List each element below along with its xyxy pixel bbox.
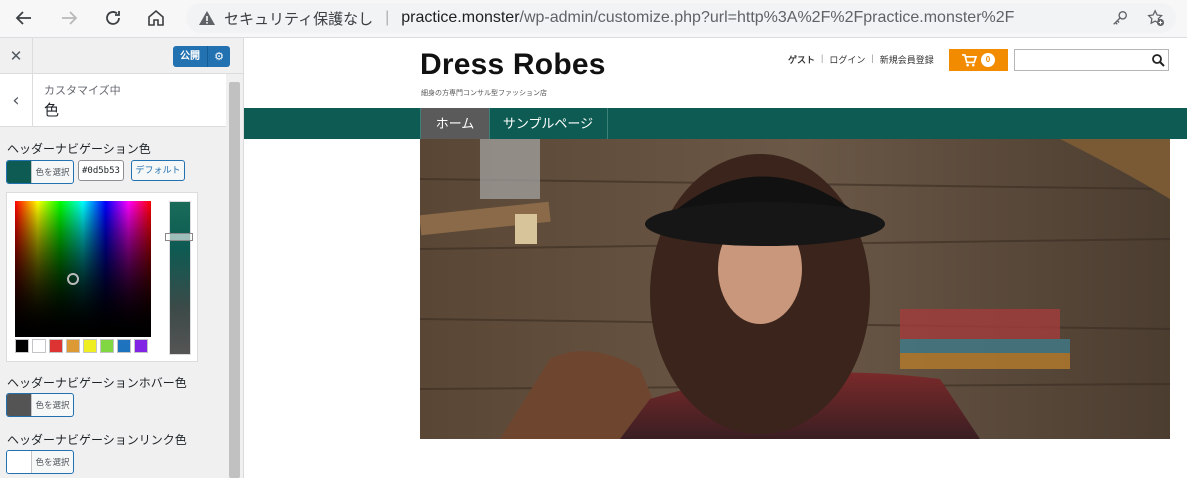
cart-icon bbox=[962, 53, 977, 66]
cart-button[interactable]: 0 bbox=[949, 49, 1008, 71]
search-icon[interactable] bbox=[1151, 53, 1165, 67]
guest-label: ゲスト bbox=[788, 55, 816, 65]
gear-icon: ⚙ bbox=[214, 50, 224, 63]
close-customizer-button[interactable]: ✕ bbox=[0, 38, 33, 73]
nav-item-home[interactable]: ホーム bbox=[420, 108, 490, 139]
address-actions bbox=[1110, 8, 1166, 28]
add-favorite-icon[interactable] bbox=[1146, 8, 1166, 28]
url-path: /wp-admin/customize.php?url=http%3A%2F%2… bbox=[519, 9, 1015, 26]
header-links: ゲスト | ログイン | 新規会員登録 bbox=[788, 53, 934, 66]
site-preview: Dress Robes 細身の方専門コンサル型ファッション店 ゲスト | ログイ… bbox=[244, 38, 1187, 478]
palette-swatch-white[interactable] bbox=[32, 339, 46, 353]
nav-item-sample-page[interactable]: サンプルページ bbox=[489, 108, 608, 139]
select-color-label: 色を選択 bbox=[31, 451, 73, 473]
register-link[interactable]: 新規会員登録 bbox=[880, 53, 934, 66]
nav-hover-color-select-button[interactable]: 色を選択 bbox=[6, 393, 74, 417]
strip-slider-handle[interactable] bbox=[165, 233, 193, 241]
color-picker-strip[interactable] bbox=[169, 201, 191, 355]
browser-toolbar: セキュリティ保護なし | practice.monster/wp-admin/c… bbox=[0, 0, 1187, 38]
select-color-label: 色を選択 bbox=[31, 161, 73, 183]
customizer-header: ✕ 公開 ⚙ bbox=[0, 38, 243, 74]
link-separator: | bbox=[821, 53, 824, 63]
control-label-nav-link-color: ヘッダーナビゲーションリンク色 bbox=[7, 433, 187, 447]
color-swatch bbox=[7, 451, 31, 473]
control-label-nav-hover-color: ヘッダーナビゲーションホバー色 bbox=[7, 376, 187, 390]
hero-photo-illustration bbox=[420, 139, 1170, 439]
back-button[interactable] bbox=[10, 5, 38, 31]
palette-swatch-purple[interactable] bbox=[134, 339, 148, 353]
security-warning-text: セキュリティ保護なし bbox=[224, 10, 374, 28]
reload-button[interactable] bbox=[99, 5, 127, 31]
default-color-button[interactable]: デフォルト bbox=[131, 160, 185, 181]
header-navigation: ホーム サンプルページ bbox=[244, 108, 1187, 139]
hex-color-input[interactable]: #0d5b53 bbox=[78, 160, 124, 181]
address-bar[interactable]: セキュリティ保護なし | practice.monster/wp-admin/c… bbox=[186, 3, 1176, 33]
publish-button[interactable]: 公開 bbox=[173, 46, 207, 67]
site-tagline: 細身の方専門コンサル型ファッション店 bbox=[421, 90, 547, 97]
reload-icon bbox=[106, 11, 120, 25]
nav-link-color-select-button[interactable]: 色を選択 bbox=[6, 450, 74, 474]
customizer-sidebar: ✕ 公開 ⚙ ‹ カスタマイズ中 色 ヘッダーナビゲーション色 色を選択 #0d… bbox=[0, 38, 244, 478]
login-link[interactable]: ログイン bbox=[829, 53, 865, 66]
hero-image bbox=[420, 139, 1170, 439]
home-button[interactable] bbox=[142, 5, 170, 31]
address-separator: | bbox=[385, 9, 390, 26]
palette-swatch-black[interactable] bbox=[15, 339, 29, 353]
select-color-label: 色を選択 bbox=[31, 394, 73, 416]
close-icon: ✕ bbox=[9, 46, 23, 65]
key-icon[interactable] bbox=[1110, 8, 1130, 28]
link-separator: | bbox=[871, 53, 874, 63]
color-picker bbox=[6, 192, 198, 362]
url-host: practice.monster bbox=[401, 9, 520, 26]
forward-button[interactable] bbox=[55, 5, 83, 31]
palette-swatch-yellow[interactable] bbox=[83, 339, 97, 353]
section-title: 色 bbox=[44, 102, 60, 119]
site-title[interactable]: Dress Robes bbox=[420, 48, 606, 82]
color-palette bbox=[15, 339, 148, 353]
palette-swatch-orange[interactable] bbox=[66, 339, 80, 353]
scrollbar-thumb[interactable] bbox=[229, 82, 240, 478]
cart-count-badge: 0 bbox=[981, 53, 995, 67]
palette-swatch-red[interactable] bbox=[49, 339, 63, 353]
nav-color-select-button[interactable]: 色を選択 bbox=[6, 160, 74, 184]
breadcrumb: カスタマイズ中 bbox=[44, 85, 121, 97]
back-to-panel-button[interactable]: ‹ bbox=[0, 74, 33, 126]
color-picker-square[interactable] bbox=[15, 201, 151, 337]
palette-swatch-blue[interactable] bbox=[117, 339, 131, 353]
publish-settings-button[interactable]: ⚙ bbox=[207, 46, 230, 67]
palette-swatch-green[interactable] bbox=[100, 339, 114, 353]
back-arrow-icon bbox=[15, 11, 31, 25]
color-swatch bbox=[7, 161, 31, 183]
warning-icon[interactable] bbox=[198, 9, 216, 27]
search-input[interactable] bbox=[1014, 49, 1169, 71]
chevron-left-icon: ‹ bbox=[12, 89, 20, 111]
control-label-nav-color: ヘッダーナビゲーション色 bbox=[7, 142, 151, 156]
color-picker-handle[interactable] bbox=[67, 273, 79, 285]
sidebar-scrollbar[interactable] bbox=[227, 74, 243, 478]
forward-arrow-icon bbox=[62, 11, 78, 25]
publish-group: 公開 ⚙ bbox=[173, 46, 230, 67]
home-icon bbox=[148, 9, 164, 26]
section-header: ‹ カスタマイズ中 色 bbox=[0, 74, 226, 127]
color-swatch bbox=[7, 394, 31, 416]
